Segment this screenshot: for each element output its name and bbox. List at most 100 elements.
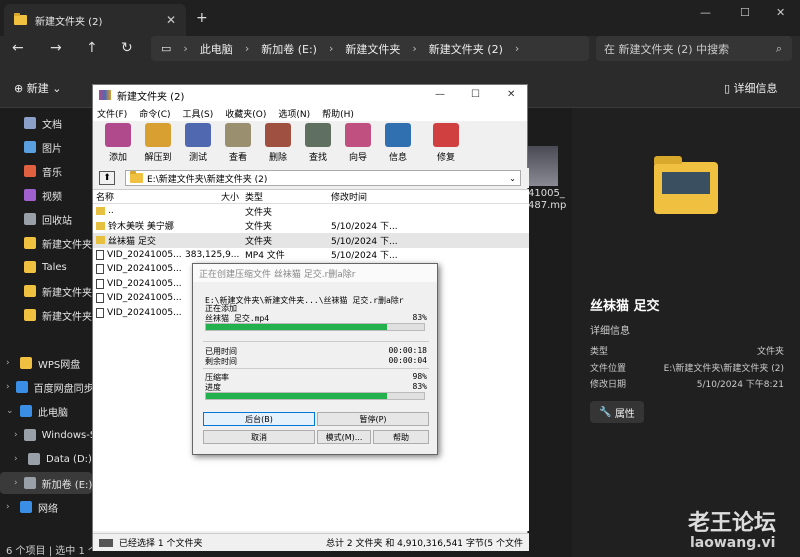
column-modified[interactable]: 修改时间 <box>329 190 401 203</box>
sidebar-item-label: 视频 <box>42 191 62 203</box>
new-button[interactable]: ⊕ 新建 ⌄ <box>14 80 61 96</box>
up-icon[interactable]: ↑ <box>86 40 98 56</box>
sidebar-item[interactable]: › 百度网盘同步空间 <box>0 376 92 398</box>
sidebar-item-label: 文档 <box>42 119 62 131</box>
sidebar-item[interactable]: › 新加卷 (E:) <box>0 472 92 494</box>
chevron-right-icon[interactable]: › <box>14 430 18 440</box>
close-window-icon[interactable]: ✕ <box>776 6 785 19</box>
breadcrumb-item[interactable]: 新加卷 (E:) <box>261 41 317 57</box>
video-thumbnail[interactable] <box>528 146 558 186</box>
item-name: 铃木美咲 美宁娜 <box>93 219 185 232</box>
background-button[interactable]: 后台(B) <box>203 412 315 426</box>
item-name: VID_20241005... <box>93 307 185 318</box>
toolbar-label: 查找 <box>308 153 327 163</box>
sidebar-item-label: Tales <box>42 261 67 273</box>
menu-item[interactable]: 收藏夹(O) <box>225 107 266 120</box>
video-file-icon <box>96 249 104 260</box>
breadcrumb-item[interactable]: 新建文件夹 (2) <box>429 41 503 57</box>
back-icon[interactable]: ← <box>12 40 24 56</box>
menu-item[interactable]: 选项(N) <box>278 107 310 120</box>
winrar-menu: 文件(F) 命令(C) 工具(S) 收藏夹(O) 选项(N) 帮助(H) <box>93 105 527 121</box>
search-input[interactable]: 在 新建文件夹 (2) 中搜索 <box>604 41 729 57</box>
menu-item[interactable]: 文件(F) <box>97 107 127 120</box>
sidebar-item[interactable]: 音乐 <box>0 160 92 182</box>
chevron-right-icon[interactable]: › <box>14 454 22 464</box>
chevron-right-icon[interactable]: › <box>6 382 10 392</box>
chevron-down-icon[interactable]: ⌄ <box>6 406 14 416</box>
new-tab-icon[interactable]: + <box>196 10 208 26</box>
sidebar-item[interactable]: 文档 <box>0 112 92 134</box>
list-item[interactable]: 丝袜猫 足交 文件夹 5/10/2024 下... <box>93 233 529 248</box>
list-item[interactable]: 铃木美咲 美宁娜 文件夹 5/10/2024 下... <box>93 219 529 234</box>
sidebar-item[interactable]: 回收站 <box>0 208 92 230</box>
cancel-button[interactable]: 取消 <box>203 430 315 444</box>
up-folder-icon[interactable]: ⬆ <box>99 171 115 185</box>
sidebar-item[interactable]: ⌄ 此电脑 <box>0 400 92 422</box>
wizard-icon <box>345 123 371 147</box>
sidebar-item[interactable]: › 网络 <box>0 496 92 518</box>
toolbar-button[interactable]: 测试 <box>179 121 217 165</box>
pause-button[interactable]: 暂停(P) <box>317 412 429 426</box>
divider <box>203 341 429 342</box>
mode-button[interactable]: 模式(M)... <box>317 430 371 444</box>
item-modified: 5/10/2024 下... <box>331 251 398 262</box>
menu-item[interactable]: 帮助(H) <box>322 107 354 120</box>
navigation-bar: ← → ↑ ↻ ▭ › 此电脑 › 新加卷 (E:) › 新建文件夹 › 新建文… <box>0 36 800 62</box>
sidebar-item[interactable]: › Data (D:) <box>0 448 92 470</box>
minimize-icon[interactable]: — <box>700 6 711 19</box>
column-type[interactable]: 类型 <box>243 190 329 203</box>
item-name-text: VID_20241005... <box>107 293 182 304</box>
breadcrumb-item[interactable]: 新建文件夹 <box>345 41 400 57</box>
details-section-header: 详细信息 <box>590 326 630 337</box>
chevron-right-icon[interactable]: › <box>6 358 14 368</box>
forward-icon[interactable]: → <box>50 40 62 56</box>
toolbar-button[interactable]: 信息 <box>379 121 417 165</box>
toolbar-button[interactable]: 查看 <box>219 121 257 165</box>
column-size[interactable]: 大小 <box>185 190 243 203</box>
refresh-icon[interactable]: ↻ <box>121 40 133 56</box>
sidebar-item[interactable]: › WPS网盘 <box>0 352 92 374</box>
toolbar-button[interactable]: 修复 <box>427 121 465 165</box>
properties-label: 属性 <box>614 408 635 420</box>
winrar-maximize-icon[interactable]: ☐ <box>471 89 480 100</box>
sidebar-item[interactable]: 新建文件夹 <box>0 232 92 254</box>
explorer-tab[interactable]: 新建文件夹 (2) ✕ <box>4 4 186 36</box>
help-button[interactable]: 帮助 <box>373 430 429 444</box>
toolbar-button[interactable]: 解压到 <box>139 121 177 165</box>
sidebar-item[interactable]: 视频 <box>0 184 92 206</box>
column-name[interactable]: 名称 <box>93 190 185 203</box>
chevron-right-icon[interactable]: › <box>6 502 14 512</box>
sidebar-item[interactable]: 新建文件夹 (2) <box>0 304 92 326</box>
list-item[interactable]: VID_20241005... 383,125,9... MP4 文件 5/10/20… <box>93 248 529 263</box>
toolbar-button[interactable]: 向导 <box>339 121 377 165</box>
toolbar-button[interactable]: 查找 <box>299 121 337 165</box>
sidebar-item[interactable]: Tales <box>0 256 92 278</box>
sidebar-item[interactable]: 图片 <box>0 136 92 158</box>
item-name-text: 铃木美咲 美宁娜 <box>108 222 174 233</box>
details-value: 5/10/2024 下午8:21 <box>696 380 784 390</box>
details-button[interactable]: ▯ 详细信息 <box>724 80 778 96</box>
list-item[interactable]: .. 文件夹 <box>93 204 529 219</box>
winrar-minimize-icon[interactable]: — <box>435 89 445 100</box>
maximize-icon[interactable]: ☐ <box>740 6 750 19</box>
folder-icon <box>130 171 143 183</box>
search-box[interactable]: 在 新建文件夹 (2) 中搜索 ⌕ <box>596 36 792 61</box>
toolbar-button[interactable]: 添加 <box>99 121 137 165</box>
winrar-close-icon[interactable]: ✕ <box>507 89 515 100</box>
chevron-right-icon[interactable]: › <box>14 478 18 488</box>
item-name: .. <box>93 206 185 216</box>
close-tab-icon[interactable]: ✕ <box>166 13 176 27</box>
breadcrumb-item[interactable]: 此电脑 <box>200 41 233 57</box>
chevron-down-icon[interactable]: ⌄ <box>509 174 516 183</box>
menu-item[interactable]: 命令(C) <box>139 107 170 120</box>
properties-button[interactable]: 🔧 属性 <box>590 401 644 423</box>
sidebar-item[interactable]: › Windows-SSD (C:) <box>0 424 92 446</box>
item-name-text: VID_20241005... <box>107 264 182 275</box>
sidebar-item-label: 新加卷 (E:) <box>41 479 92 491</box>
path-dropdown[interactable]: E:\新建文件夹\新建文件夹 (2) ⌄ <box>125 170 521 186</box>
toolbar-button[interactable]: 删除 <box>259 121 297 165</box>
item-name: 丝袜猫 足交 <box>93 234 185 247</box>
menu-item[interactable]: 工具(S) <box>183 107 214 120</box>
address-bar[interactable]: ▭ › 此电脑 › 新加卷 (E:) › 新建文件夹 › 新建文件夹 (2) › <box>151 36 589 61</box>
sidebar-item[interactable]: 新建文件夹 <box>0 280 92 302</box>
